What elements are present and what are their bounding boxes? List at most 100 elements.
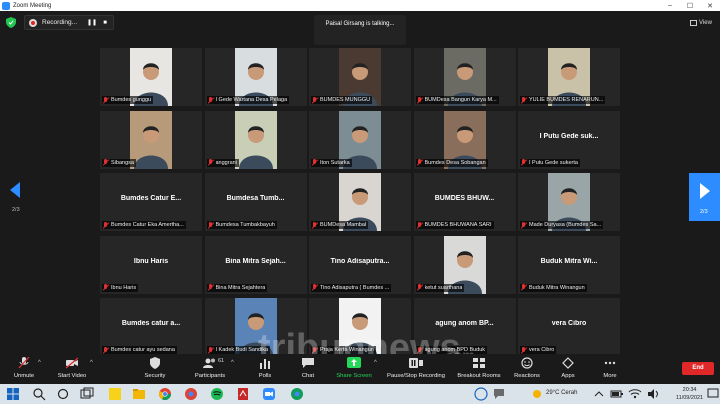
view-button[interactable]: View <box>690 17 718 29</box>
reactions-button[interactable]: Reactions <box>512 356 542 382</box>
more-button[interactable]: More <box>600 356 620 382</box>
chrome-icon[interactable] <box>158 387 172 401</box>
participant-tile-iton-sutarka[interactable]: Iton Sutarka <box>309 110 411 169</box>
participant-tile-anggrani[interactable]: anggrani <box>204 110 307 169</box>
minimize-icon[interactable]: – <box>660 2 680 9</box>
volume-icon[interactable] <box>646 387 660 401</box>
mic-off-icon <box>207 221 214 229</box>
network-icon[interactable] <box>474 387 488 401</box>
participant-name-label: Buduk Mitra Winangun <box>529 284 585 291</box>
participant-tile-bumdes-catur-ayu-sedana[interactable]: Bumdes catur a... Bumdes catur ayu sedana <box>100 298 202 356</box>
shield-icon[interactable] <box>6 17 16 28</box>
start-video-label: Start Video <box>57 373 87 379</box>
stop-recording-icon[interactable]: ■ <box>100 20 110 26</box>
participant-tile-bumdes-catur-eka-amertha[interactable]: Bumdes Catur E... Bumdes Catur Eka Amerth… <box>100 173 202 231</box>
video-options-chevron-icon[interactable]: ^ <box>90 360 93 366</box>
zoom-logo-icon <box>2 1 10 10</box>
chat-bubble-icon[interactable] <box>492 387 506 401</box>
wifi-icon[interactable] <box>628 387 642 401</box>
share-options-chevron-icon[interactable]: ^ <box>374 360 377 366</box>
participant-tile-bina-mitra-sejahtera[interactable]: Bina Mitra Sejah... Bina Mitra Sejahtera <box>204 235 307 294</box>
participant-tile-bumdes-munggu[interactable]: BUMDES MUNGGU <box>309 48 411 106</box>
unmute-label: Unmute <box>13 373 35 379</box>
chrome-profile-icon[interactable] <box>184 387 198 401</box>
participant-name-tag: ketut suarthana <box>415 283 465 292</box>
participant-tile-buduk-mitra-winangun[interactable]: Buduk Mitra Wi... Buduk Mitra Winangun <box>518 235 620 294</box>
start-video-button[interactable]: Start Video <box>52 356 92 382</box>
participants-options-chevron-icon[interactable]: ^ <box>231 360 234 366</box>
participant-tile-bumdesa-mambal[interactable]: BUMDesa Mambal <box>309 173 411 231</box>
maximize-icon[interactable]: ☐ <box>680 2 700 10</box>
window-title: Zoom Meeting <box>13 2 52 9</box>
participant-name-tag: I Putu Gede sukerta <box>520 158 580 167</box>
meeting-top-bar: Recording... ❚❚ ■ Paisal Girsang is talk… <box>0 11 720 45</box>
participant-tile-bumdesa-tumbakbayuh[interactable]: Bumdesa Tumb... Bumdesa Tumbakbayuh <box>204 173 307 231</box>
participant-tile-tino-adisaputra-bumdes[interactable]: Tino Adisaputra... Tino Adisaputra ( Bumd… <box>309 235 411 294</box>
polls-button[interactable]: Polls <box>254 356 276 382</box>
participant-name-label: vera Cibro <box>529 347 555 353</box>
participant-name-label: Iton Sutarka <box>320 159 350 166</box>
mic-off-icon <box>416 221 423 229</box>
participant-name-label: Bumdes Catur Eka Amertha... <box>111 222 184 228</box>
share-screen-button[interactable]: Share Screen <box>334 356 374 382</box>
chat-button[interactable]: Chat <box>298 356 318 382</box>
chrome-app-icon[interactable] <box>290 387 304 401</box>
participant-tile-ibnu-haris[interactable]: Ibnu Haris Ibnu Haris <box>100 235 202 294</box>
video-off-icon <box>65 357 79 369</box>
participant-tile-bumdes-desa-sobangan[interactable]: Bumdes Desa Sobangan <box>413 110 516 169</box>
participants-count: 61 <box>218 358 225 364</box>
end-meeting-button[interactable]: End <box>682 362 714 375</box>
search-icon[interactable] <box>32 387 46 401</box>
participant-tile-bumdes-gunggu[interactable]: Bumdes gunggu <box>100 48 202 106</box>
participant-name-label: Bumdes gunggu <box>111 97 152 103</box>
participant-tile-ketut-suarthana[interactable]: ketut suarthana <box>413 235 516 294</box>
pause-recording-icon[interactable]: ❚❚ <box>87 19 97 26</box>
spotify-icon[interactable] <box>210 387 224 401</box>
windows-taskbar: 29°C Cerah 20:34 11/09/2021 <box>0 384 720 404</box>
polls-icon <box>260 359 270 369</box>
close-icon[interactable]: ✕ <box>700 2 720 10</box>
weather-sun-icon[interactable] <box>530 387 544 401</box>
participant-name-label: Sibangsa <box>111 159 134 166</box>
audio-options-chevron-icon[interactable]: ^ <box>38 360 41 366</box>
security-button[interactable]: Security <box>140 356 170 382</box>
participant-name-tag: BUMDesa Mambal <box>311 221 369 229</box>
clock-time: 20:34 <box>682 387 697 393</box>
system-clock[interactable]: 20:34 11/09/2021 <box>676 386 703 402</box>
participant-name-label: anggrani <box>215 159 237 166</box>
next-page-button[interactable]: 2/3 <box>689 173 720 221</box>
mic-off-icon <box>520 159 527 166</box>
apps-button[interactable]: Apps <box>558 356 578 382</box>
participant-tile-made-duryasa-bumdes-sa[interactable]: Made Duryasa (Bumdes Sa... <box>518 173 620 231</box>
participant-tile-bumdes-bhuwana-sari[interactable]: BUMDES BHUW... BUMDES BHUWANA SARI <box>413 173 516 231</box>
file-explorer-icon[interactable] <box>132 387 146 401</box>
task-view-windows-icon[interactable] <box>80 387 94 401</box>
zoom-app-icon[interactable] <box>262 387 276 401</box>
participant-tile-yulie-bumdes-renarun[interactable]: YULIE BUMDES RENARUN... <box>518 48 620 106</box>
participant-name-tag: Ibnu Haris <box>102 283 139 292</box>
participant-tile-sibangsa[interactable]: Sibangsa <box>100 110 202 169</box>
chat-icon <box>302 358 314 368</box>
participant-tile-i-gede-wartana-desa-pelaga[interactable]: I Gede Wartana Desa Pelaga <box>204 48 307 106</box>
pdf-reader-icon[interactable] <box>236 387 250 401</box>
pause-stop-icon <box>409 358 423 368</box>
battery-icon[interactable] <box>610 387 624 401</box>
participant-name-label: Tino Adisaputra ( Bumdes ... <box>320 284 390 291</box>
previous-page-button[interactable]: 2/3 <box>4 180 26 220</box>
breakout-rooms-button[interactable]: Breakout Rooms <box>456 356 502 382</box>
participant-name-tag: Bumdes Catur Eka Amertha... <box>102 221 186 229</box>
notifications-icon[interactable] <box>706 387 720 401</box>
grid-view-icon <box>690 20 697 26</box>
unmute-button[interactable]: Unmute <box>8 356 40 382</box>
show-hidden-icons-chevron-icon[interactable] <box>592 387 606 401</box>
pause-stop-recording-button[interactable]: Pause/Stop Recording <box>384 356 448 382</box>
participant-tile-i-putu-gede-sukerta[interactable]: I Putu Gede suk... I Putu Gede sukerta <box>518 110 620 169</box>
participant-name-label: BUMDesa Bangun Karya M... <box>424 97 497 103</box>
windows-start-icon[interactable] <box>6 387 20 401</box>
task-view-icon[interactable] <box>56 387 70 401</box>
sticky-notes-icon[interactable] <box>108 387 122 401</box>
participant-tile-vera-cibro[interactable]: vera Cibro vera Cibro <box>518 298 620 356</box>
weather-text[interactable]: 29°C Cerah <box>546 390 577 396</box>
participant-tile-bumdesa-bangun-karya-m[interactable]: BUMDesa Bangun Karya M... <box>413 48 516 106</box>
mic-off-icon <box>311 221 318 229</box>
